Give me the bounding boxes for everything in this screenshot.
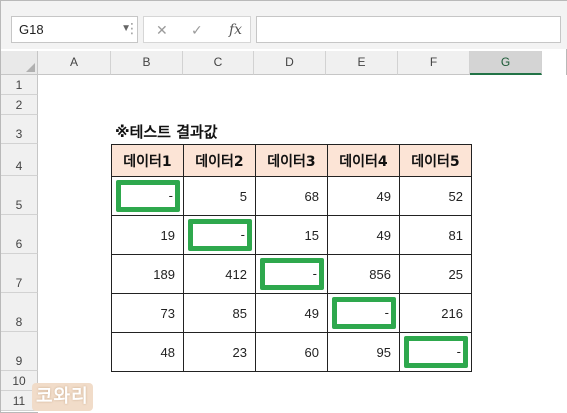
table-cell[interactable]: 95 — [327, 332, 400, 372]
highlighted-cell[interactable]: - — [327, 293, 400, 333]
column-header-d[interactable]: D — [254, 51, 326, 75]
highlight-box: - — [116, 180, 180, 212]
result-table: 데이터1 데이터2 데이터3 데이터4 데이터5 -5 68 49 52 19-15 49 81 18… — [111, 144, 472, 372]
insert-function-icon[interactable]: fx — [229, 22, 242, 38]
highlighted-cell[interactable]: - — [183, 215, 256, 255]
table-cell[interactable]: 49 — [327, 176, 400, 216]
column-label: 데이터2 — [183, 144, 256, 177]
watermark-logo: 코와리 — [32, 383, 93, 411]
table-cell[interactable]: 19 — [111, 215, 184, 255]
table-row: 48 23 60 95- — [111, 332, 472, 372]
formula-buttons: ✕ ✓ fx — [143, 16, 251, 43]
highlighted-cell[interactable]: - — [399, 332, 472, 372]
row-header-8[interactable]: 8 — [1, 293, 38, 332]
column-header-g[interactable]: G — [470, 51, 542, 75]
table-cell[interactable]: 25 — [399, 254, 472, 294]
table-cell[interactable]: 216 — [399, 293, 472, 333]
row-header-4[interactable]: 4 — [1, 144, 38, 176]
table-cell[interactable]: 81 — [399, 215, 472, 255]
column-label: 데이터5 — [399, 144, 472, 177]
select-all-corner[interactable] — [1, 51, 38, 75]
table-cell[interactable]: 49 — [255, 293, 328, 333]
row-header-9[interactable]: 9 — [1, 332, 38, 371]
column-label: 데이터4 — [327, 144, 400, 177]
name-box[interactable]: G18 ▼ — [11, 16, 138, 43]
table-cell[interactable]: 49 — [327, 215, 400, 255]
row-header-1[interactable]: 1 — [1, 75, 38, 95]
name-box-value: G18 — [19, 22, 44, 37]
table-row: 189 412-856 25 — [111, 254, 472, 294]
highlight-box: - — [260, 258, 324, 290]
table-cell[interactable]: 412 — [183, 254, 256, 294]
column-label: 데이터1 — [111, 144, 184, 177]
more-vert-icon: ⋮ — [125, 20, 139, 36]
highlighted-cell[interactable]: - — [111, 176, 184, 216]
row-header-5[interactable]: 5 — [1, 176, 38, 215]
table-header-row: 데이터1 데이터2 데이터3 데이터4 데이터5 — [111, 144, 472, 177]
cancel-icon[interactable]: ✕ — [156, 22, 168, 39]
table-cell[interactable]: 48 — [111, 332, 184, 372]
table-cell[interactable]: 85 — [183, 293, 256, 333]
column-header-f[interactable]: F — [398, 51, 470, 75]
row-header-3[interactable]: 3 — [1, 115, 38, 144]
excel-window: G18 ▼ ⋮ ✕ ✓ fx ABCDEFG 1 2 3 4 5 6 7 8 9 10 11 ※테스… — [0, 0, 567, 413]
highlighted-cell[interactable]: - — [255, 254, 328, 294]
row-header-7[interactable]: 7 — [1, 254, 38, 293]
table-cell[interactable]: 15 — [255, 215, 328, 255]
table-title: ※테스트 결과값 — [115, 123, 218, 141]
table-cell[interactable]: 52 — [399, 176, 472, 216]
row-header-6[interactable]: 6 — [1, 215, 38, 254]
table-cell[interactable]: 60 — [255, 332, 328, 372]
highlight-box: - — [404, 336, 468, 368]
column-header-a[interactable]: A — [38, 51, 111, 75]
column-header-e[interactable]: E — [326, 51, 398, 75]
column-label: 데이터3 — [255, 144, 328, 177]
table-cell[interactable]: 23 — [183, 332, 256, 372]
highlight-box: - — [188, 219, 252, 251]
table-row: 19-15 49 81 — [111, 215, 472, 255]
confirm-icon[interactable]: ✓ — [191, 22, 203, 39]
table-cell[interactable]: 856 — [327, 254, 400, 294]
formula-bar-area: G18 ▼ ⋮ ✕ ✓ fx — [1, 1, 567, 49]
formula-input[interactable] — [256, 16, 561, 43]
table-cell[interactable]: 68 — [255, 176, 328, 216]
column-header-b[interactable]: B — [111, 51, 183, 75]
column-header-c[interactable]: C — [183, 51, 254, 75]
table-cell[interactable]: 73 — [111, 293, 184, 333]
highlight-box: - — [332, 297, 396, 329]
row-header-2[interactable]: 2 — [1, 95, 38, 115]
table-row: 73 85 49-216 — [111, 293, 472, 333]
table-cell[interactable]: 5 — [183, 176, 256, 216]
table-row: -5 68 49 52 — [111, 176, 472, 216]
table-cell[interactable]: 189 — [111, 254, 184, 294]
